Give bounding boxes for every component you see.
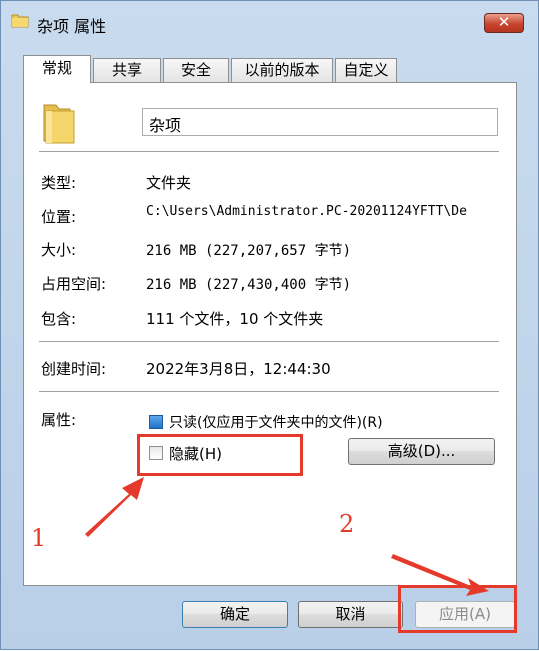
annotation-arrows — [85, 477, 489, 596]
tab-general[interactable]: 常规 — [23, 55, 91, 83]
annotation-marker-2: 2 — [339, 510, 355, 538]
annotation-marker-1: 1 — [31, 524, 47, 552]
properties-window: 杂项 属性 ✕ 常规 共享 安全 以前的版本 自定义 杂项 类型: 文件夹 位置… — [0, 0, 539, 650]
arrow-1-icon — [85, 477, 144, 537]
arrow-2-icon — [391, 554, 489, 596]
